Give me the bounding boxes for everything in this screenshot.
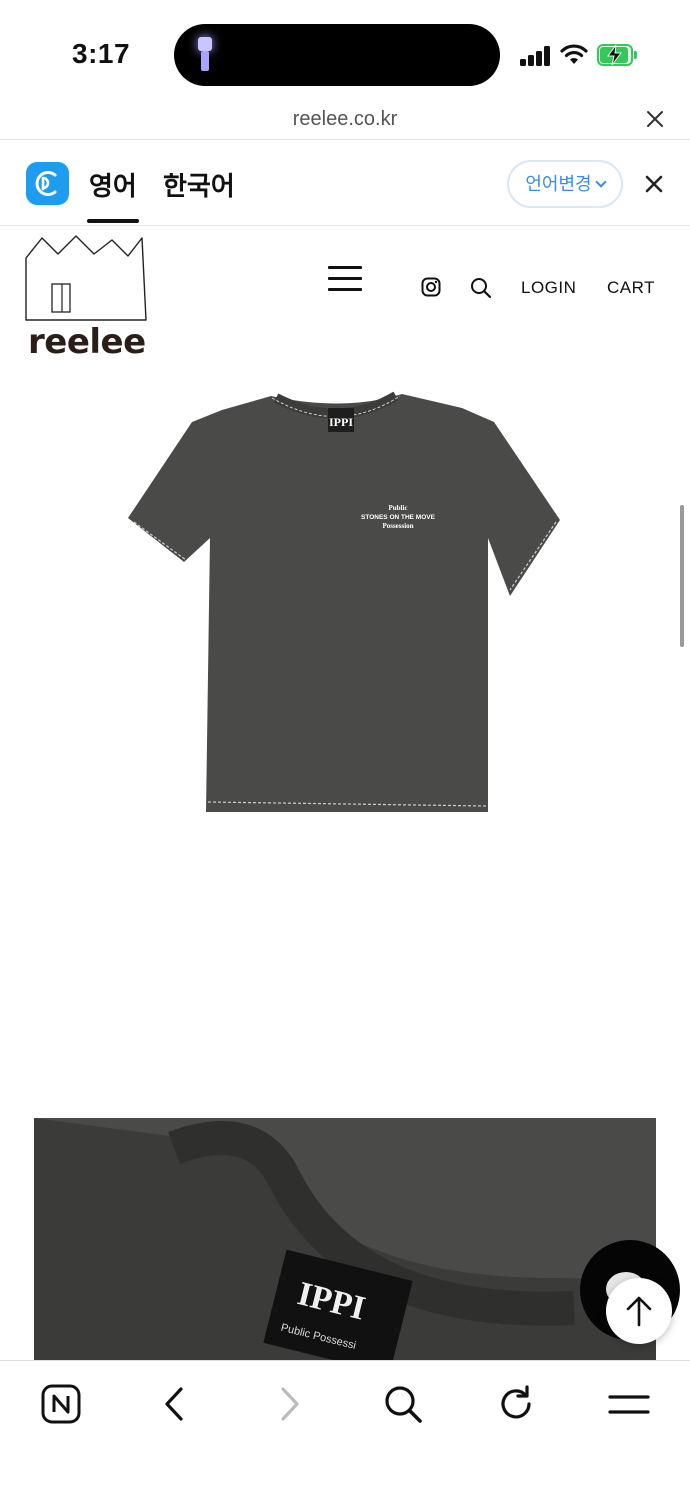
chevron-down-icon [594,176,607,188]
instagram-icon[interactable] [421,277,441,297]
print-line-2: STONES ON THE MOVE [361,514,436,521]
scrollbar[interactable] [680,505,684,647]
collar-closeup-photo: IPPI Public Possessi [34,1118,656,1360]
dynamic-island [174,24,500,86]
flashlight-icon [198,37,212,73]
browser-toolbar [0,1360,690,1500]
forward-arrow-icon[interactable] [266,1381,312,1427]
refresh-icon[interactable] [493,1381,539,1427]
print-line-1: Public [388,504,407,512]
neck-tag-text: IPPI [329,415,353,429]
papago-logo-icon [26,162,69,205]
menu-icon[interactable] [606,1381,652,1427]
site-logo-text[interactable]: reelee [28,322,146,362]
tab-english[interactable]: 영어 [87,166,139,223]
product-image-collar-closeup[interactable]: IPPI Public Possessi [34,1118,656,1360]
language-change-button[interactable]: 언어변경 [507,160,623,208]
search-icon[interactable] [380,1381,426,1427]
product-tshirt-image: IPPI Public STONES ON THE MOVE Possessio… [128,391,560,812]
close-icon[interactable] [644,174,664,194]
cellular-signal-icon [520,46,552,66]
print-line-3: Possession [382,522,413,530]
naver-n-icon[interactable] [38,1381,84,1427]
url-text[interactable]: reelee.co.kr [0,108,690,131]
translate-bar: 영어 한국어 언어변경 [0,140,690,226]
scroll-to-top-button[interactable] [606,1278,672,1344]
status-time: 3:17 [72,38,131,69]
status-bar: 3:17 [0,0,690,100]
close-icon[interactable] [646,110,664,128]
cart-link[interactable]: CART [607,278,655,298]
back-arrow-icon[interactable] [152,1381,198,1427]
hamburger-menu-icon[interactable] [328,266,362,294]
address-bar[interactable]: reelee.co.kr [0,100,690,140]
language-change-label: 언어변경 [525,174,592,194]
arrow-up-icon [626,1296,652,1327]
login-link[interactable]: LOGIN [521,278,576,298]
battery-charging-icon [597,44,637,66]
wifi-icon [560,44,588,64]
tab-korean[interactable]: 한국어 [163,166,235,203]
search-icon[interactable] [470,277,492,299]
